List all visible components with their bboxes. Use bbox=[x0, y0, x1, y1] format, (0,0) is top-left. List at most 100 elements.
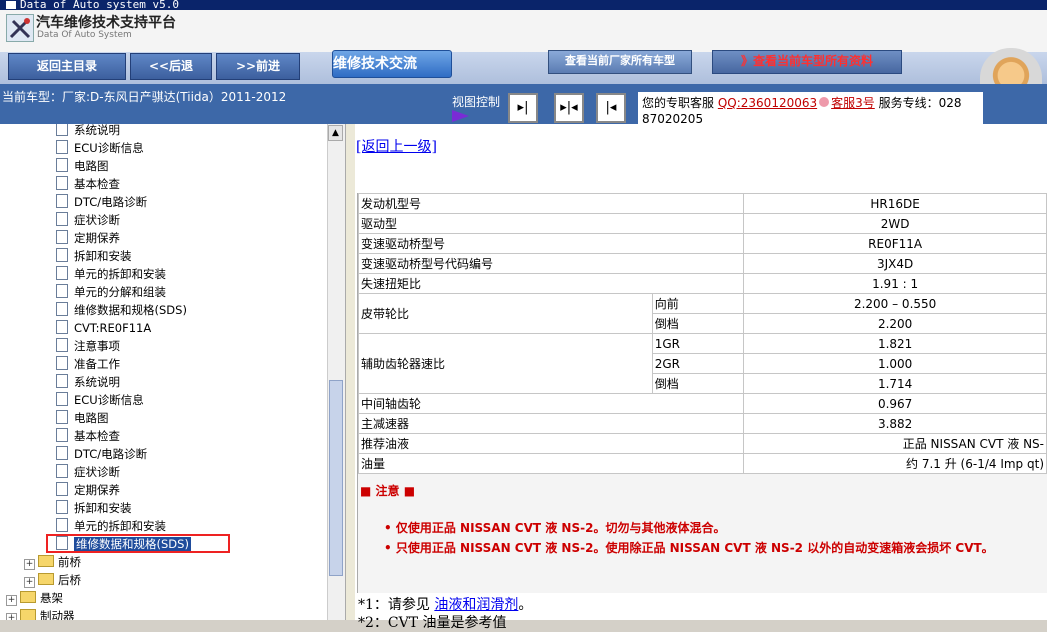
app-title: 汽车维修技术支持平台 bbox=[36, 15, 176, 31]
sub-label: 1GR bbox=[651, 333, 745, 354]
document-icon bbox=[56, 124, 68, 136]
tree-item[interactable]: 准备工作 bbox=[56, 355, 120, 373]
back-up-link[interactable]: [返回上一级] bbox=[356, 136, 437, 156]
tree-item[interactable]: 单元的分解和组装 bbox=[56, 283, 166, 301]
tree-item[interactable]: 基本检查 bbox=[56, 427, 120, 445]
tree-item[interactable]: ECU诊断信息 bbox=[56, 391, 144, 409]
tree-item[interactable]: 系统说明 bbox=[56, 373, 120, 391]
tree-item[interactable]: 单元的拆卸和安装 bbox=[56, 265, 166, 283]
spec-table: 发动机型号 HR16DE 驱动型 2WD 变速驱动桥型号 RE0F11A 变速驱动桥型… bbox=[357, 193, 1047, 474]
table-row: 皮带轮比 向前 2.200 – 0.550 bbox=[358, 293, 1047, 334]
tree-item[interactable]: 定期保养 bbox=[56, 481, 120, 499]
tree-item[interactable]: ECU诊断信息 bbox=[56, 139, 144, 157]
all-docs-button[interactable]: 》查看当前车型所有资料 bbox=[712, 50, 902, 74]
row-value: 正品 NISSAN CVT 液 NS- bbox=[743, 433, 1047, 454]
support-panel: 您的专职客服 QQ:2360120063 客服3号 服务专线：028 870202… bbox=[638, 92, 983, 126]
document-icon bbox=[56, 518, 68, 532]
tree-item-label: 基本检查 bbox=[74, 429, 120, 443]
tree-item[interactable]: DTC/电路诊断 bbox=[56, 193, 147, 211]
home-button[interactable]: 返回主目录 bbox=[8, 53, 126, 80]
row-label: 失速扭矩比 bbox=[357, 273, 745, 294]
tools-logo-icon bbox=[6, 14, 34, 42]
tree-folder-label: 悬架 bbox=[40, 591, 63, 605]
current-vehicle: 当前车型：厂家:D-东风日产骐达(Tiida）2011-2012 bbox=[2, 90, 287, 104]
window-title: Data of Auto system v5.0 bbox=[20, 0, 179, 10]
caution-title: ■ 注意 ■ bbox=[360, 484, 416, 498]
expand-icon[interactable]: + bbox=[24, 559, 35, 570]
arrow-left-bar-icon: |◂ bbox=[605, 100, 617, 115]
scroll-thumb[interactable] bbox=[329, 380, 343, 576]
document-icon bbox=[56, 248, 68, 262]
row-label: 皮带轮比 bbox=[358, 293, 653, 334]
view-split-button[interactable]: ▸|◂ bbox=[554, 93, 584, 123]
document-icon bbox=[56, 464, 68, 478]
expand-icon[interactable]: + bbox=[6, 595, 17, 606]
view-arrow-icon bbox=[452, 110, 469, 122]
document-icon bbox=[56, 302, 68, 316]
hotline-label: 服务专线： bbox=[878, 96, 939, 110]
tree-item[interactable]: 拆卸和安装 bbox=[56, 247, 132, 265]
tree-item[interactable]: 注意事项 bbox=[56, 337, 120, 355]
tree-item[interactable]: 基本检查 bbox=[56, 175, 120, 193]
tech-forum-button[interactable]: 维修技术交流 bbox=[332, 50, 452, 78]
tree-item[interactable]: 症状诊断 bbox=[56, 463, 120, 481]
tech-forum-label: 维修技术交流 bbox=[333, 56, 417, 72]
tree-folder[interactable]: + 制动器 bbox=[6, 607, 75, 620]
document-icon bbox=[56, 410, 68, 424]
tree-item[interactable]: 系统说明 bbox=[56, 124, 120, 139]
tree-item[interactable]: 电路图 bbox=[56, 409, 109, 427]
footnote-1: *1：请参见 油液和润滑剂。 bbox=[358, 594, 532, 614]
tree-item[interactable]: 定期保养 bbox=[56, 229, 120, 247]
tree-item-label: CVT:RE0F11A bbox=[74, 321, 152, 335]
hotline-number: 028 bbox=[938, 96, 962, 110]
tree-item-label: 单元的拆卸和安装 bbox=[74, 267, 166, 281]
row-value: 2.200 – 0.550 bbox=[743, 293, 1047, 314]
all-models-button[interactable]: 查看当前厂家所有车型 bbox=[548, 50, 692, 74]
tree-item-label: 定期保养 bbox=[74, 483, 120, 497]
tree-item-label: 系统说明 bbox=[74, 375, 120, 389]
footnote-2: *2：CVT 油量是参考值 bbox=[358, 615, 507, 631]
scroll-up-button[interactable]: ▲ bbox=[328, 125, 343, 141]
tree-item-label: 拆卸和安装 bbox=[74, 249, 132, 263]
tree-folder[interactable]: + 前桥 bbox=[24, 553, 81, 571]
tree-item[interactable]: 电路图 bbox=[56, 157, 109, 175]
tree-item[interactable]: 单元的拆卸和安装 bbox=[56, 517, 166, 535]
document-icon bbox=[56, 176, 68, 190]
table-row: 变速驱动桥型号 RE0F11A bbox=[357, 233, 1047, 254]
back-button[interactable]: <<后退 bbox=[130, 53, 212, 80]
row-value: HR16DE bbox=[743, 193, 1047, 214]
qq-link[interactable]: QQ:2360120063 bbox=[718, 96, 817, 110]
tree-item-label: DTC/电路诊断 bbox=[74, 447, 148, 461]
tree-item[interactable]: CVT:RE0F11A bbox=[56, 319, 151, 337]
tree-item[interactable]: 拆卸和安装 bbox=[56, 499, 132, 517]
tree-folder-label: 前桥 bbox=[58, 555, 81, 569]
table-row: 辅助齿轮器速比 1GR 1.821 bbox=[358, 333, 1047, 394]
expand-icon[interactable]: + bbox=[24, 577, 35, 588]
row-label: 驱动型 bbox=[357, 213, 745, 234]
expand-icon[interactable]: + bbox=[6, 613, 17, 620]
agent-link[interactable]: 客服3号 bbox=[831, 96, 875, 110]
tree-item[interactable]: 症状诊断 bbox=[56, 211, 120, 229]
document-icon bbox=[56, 158, 68, 172]
tree-item-label: 系统说明 bbox=[74, 124, 120, 137]
document-icon bbox=[56, 140, 68, 154]
tree-item[interactable]: 维修数据和规格(SDS) bbox=[56, 301, 187, 319]
tree-item-label: 单元的拆卸和安装 bbox=[74, 519, 166, 533]
table-row: 中间轴齿轮 0.967 bbox=[357, 393, 1047, 414]
fluids-lubricants-link[interactable]: 油液和润滑剂 bbox=[434, 597, 518, 613]
tree-item[interactable]: DTC/电路诊断 bbox=[56, 445, 147, 463]
table-row: 发动机型号 HR16DE bbox=[357, 193, 1047, 214]
view-expand-right-button[interactable]: ▸| bbox=[508, 93, 538, 123]
view-expand-left-button[interactable]: |◂ bbox=[596, 93, 626, 123]
footnote-1-suffix: 。 bbox=[518, 597, 533, 613]
forward-button[interactable]: >>前进 bbox=[216, 53, 300, 80]
tree-folder[interactable]: + 悬架 bbox=[6, 589, 63, 607]
document-icon bbox=[56, 356, 68, 370]
tree-folder[interactable]: + 后桥 bbox=[24, 571, 81, 589]
app-subtitle: Data Of Auto System bbox=[37, 30, 132, 40]
document-icon bbox=[56, 428, 68, 442]
row-label: 变速驱动桥型号 bbox=[357, 233, 745, 254]
tree-item-label: 基本检查 bbox=[74, 177, 120, 191]
document-icon bbox=[56, 194, 68, 208]
row-value: 2WD bbox=[743, 213, 1047, 234]
